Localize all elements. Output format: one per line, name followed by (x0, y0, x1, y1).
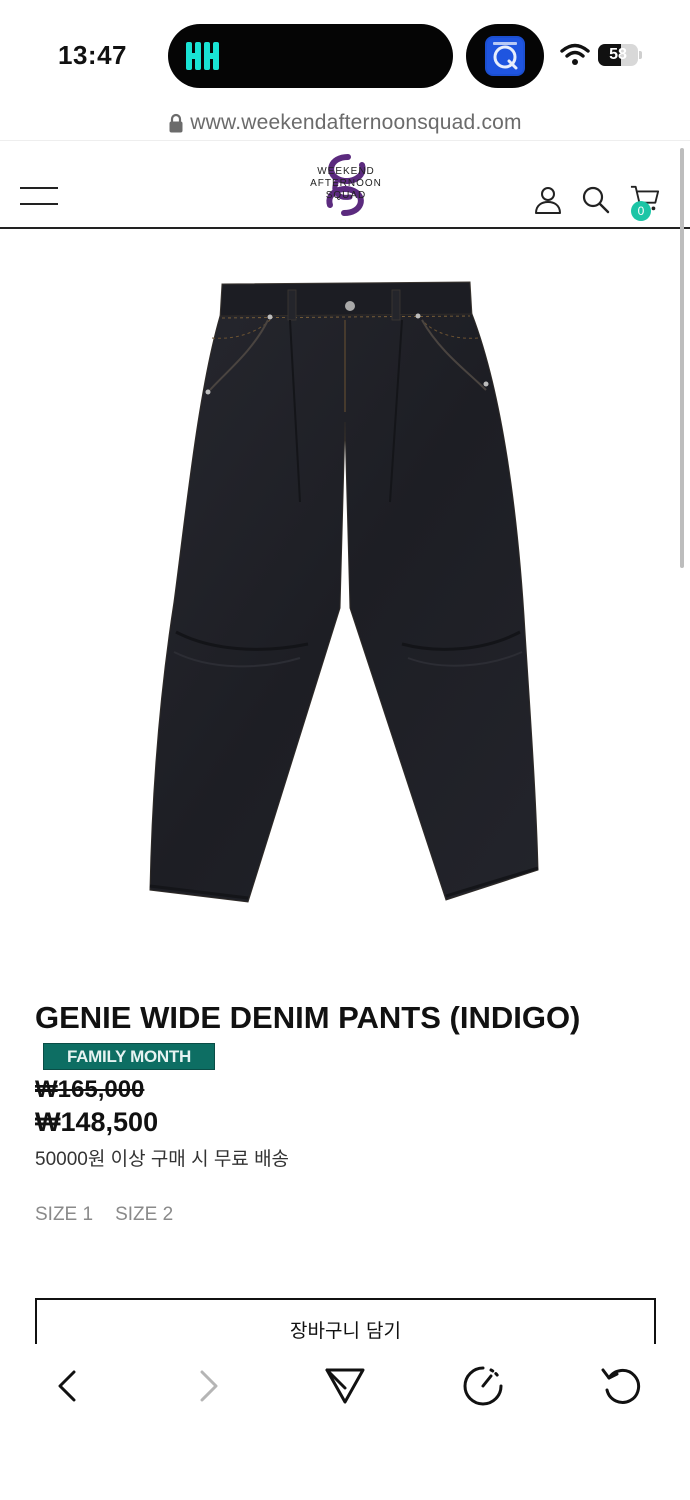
lock-icon (169, 113, 183, 133)
site-header: WEEKEND AFTERNOON SQUAD 0 (0, 140, 690, 229)
forward-button[interactable] (186, 1364, 230, 1408)
size-option-2[interactable]: SIZE 2 (115, 1204, 173, 1226)
browser-toolbar (0, 1344, 690, 1500)
page-scrollbar[interactable] (680, 148, 684, 568)
size-option-1[interactable]: SIZE 1 (35, 1204, 93, 1226)
family-month-badge: FAMILY MONTH (43, 1043, 215, 1070)
logo-text-line1: WEEKEND (317, 166, 375, 177)
speedometer-icon (463, 1366, 503, 1406)
battery-level: 58 (609, 46, 627, 63)
product-title: GENIE WIDE DENIM PANTS (INDIGO) (35, 1000, 581, 1035)
wifi-icon (560, 43, 590, 65)
back-button[interactable] (46, 1364, 90, 1408)
shipping-note: 50000원 이상 구매 시 무료 배송 (35, 1149, 290, 1170)
battery-indicator: 58 (598, 44, 642, 66)
site-logo[interactable]: WEEKEND AFTERNOON SQUAD (296, 153, 396, 217)
search-icon[interactable] (581, 185, 611, 215)
chevron-right-icon (200, 1370, 218, 1402)
send-icon (325, 1368, 365, 1404)
share-button[interactable] (323, 1364, 367, 1408)
logo-text-line2: AFTERNOON (310, 178, 382, 189)
size-options: SIZE 1 SIZE 2 (35, 1204, 173, 1226)
logo-text-line3: SQUAD (325, 190, 367, 201)
status-bar: 13:47 58 (0, 0, 690, 108)
status-time: 13:47 (58, 40, 127, 70)
reload-icon (601, 1368, 641, 1404)
url-text[interactable]: www.weekendafternoonsquad.com (190, 111, 522, 135)
url-bar[interactable]: www.weekendafternoonsquad.com (0, 106, 690, 140)
app-icon[interactable] (485, 36, 525, 76)
original-price: ₩165,000 (35, 1076, 145, 1103)
user-icon[interactable] (533, 185, 563, 215)
speed-button[interactable] (461, 1364, 505, 1408)
reload-button[interactable] (599, 1364, 643, 1408)
dynamic-island[interactable] (168, 24, 453, 88)
denim-pants-image[interactable] (140, 272, 550, 912)
sale-price: ₩148,500 (35, 1107, 159, 1137)
hamburger-menu-icon[interactable] (20, 187, 60, 207)
chevron-left-icon (58, 1370, 76, 1402)
cart-count-badge: 0 (631, 201, 651, 221)
app-logo-icon[interactable] (182, 36, 222, 76)
dynamic-island-secondary[interactable] (466, 24, 544, 88)
